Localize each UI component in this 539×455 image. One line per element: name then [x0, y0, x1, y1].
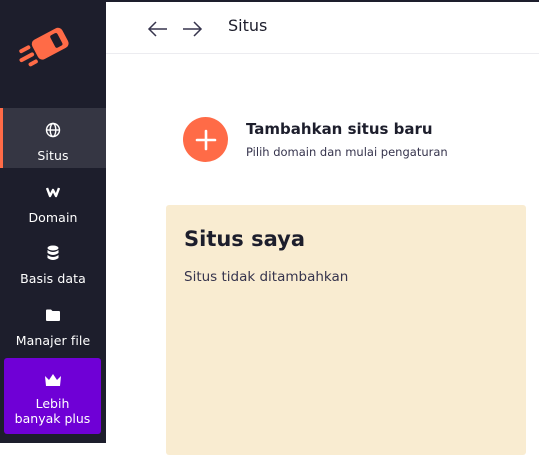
hostinger-logo-icon[interactable] — [14, 22, 76, 68]
www-icon — [46, 183, 60, 201]
sidebar-item-basis-data[interactable]: Basis data — [0, 231, 106, 291]
sidebar-item-label: Basis data — [20, 271, 86, 286]
plus-icon — [183, 117, 228, 162]
sidebar: Situs Domain Basis data Manajer file Leb… — [0, 0, 106, 443]
add-site-subtitle: Pilih domain dan mulai pengaturan — [246, 145, 448, 159]
database-icon — [47, 244, 59, 262]
folder-icon — [46, 306, 60, 324]
forward-arrow-icon[interactable] — [180, 19, 204, 39]
upgrade-button[interactable]: Lebih banyak plus — [4, 358, 101, 434]
add-site-title: Tambahkan situs baru — [246, 120, 433, 138]
top-bar: Situs — [106, 0, 539, 54]
my-sites-card: Situs saya Situs tidak ditambahkan — [166, 205, 526, 455]
upgrade-label: Lebih banyak plus — [14, 396, 91, 426]
globe-icon — [45, 121, 61, 139]
back-arrow-icon[interactable] — [146, 19, 170, 39]
add-site-text: Tambahkan situs baru Pilih domain dan mu… — [246, 120, 448, 159]
sidebar-item-label: Manajer file — [15, 333, 91, 348]
sidebar-item-manajer-file[interactable]: Manajer file — [0, 293, 106, 353]
sidebar-item-domain[interactable]: Domain — [0, 170, 106, 230]
crown-icon — [44, 372, 62, 388]
my-sites-title: Situs saya — [184, 227, 306, 251]
sidebar-item-label: Situs — [37, 148, 69, 163]
sidebar-item-label: Domain — [28, 210, 78, 225]
sidebar-item-situs[interactable]: Situs — [0, 108, 106, 168]
page-title: Situs — [228, 16, 268, 35]
my-sites-empty-text: Situs tidak ditambahkan — [184, 269, 349, 285]
add-new-site-button[interactable]: Tambahkan situs baru Pilih domain dan mu… — [183, 117, 448, 162]
